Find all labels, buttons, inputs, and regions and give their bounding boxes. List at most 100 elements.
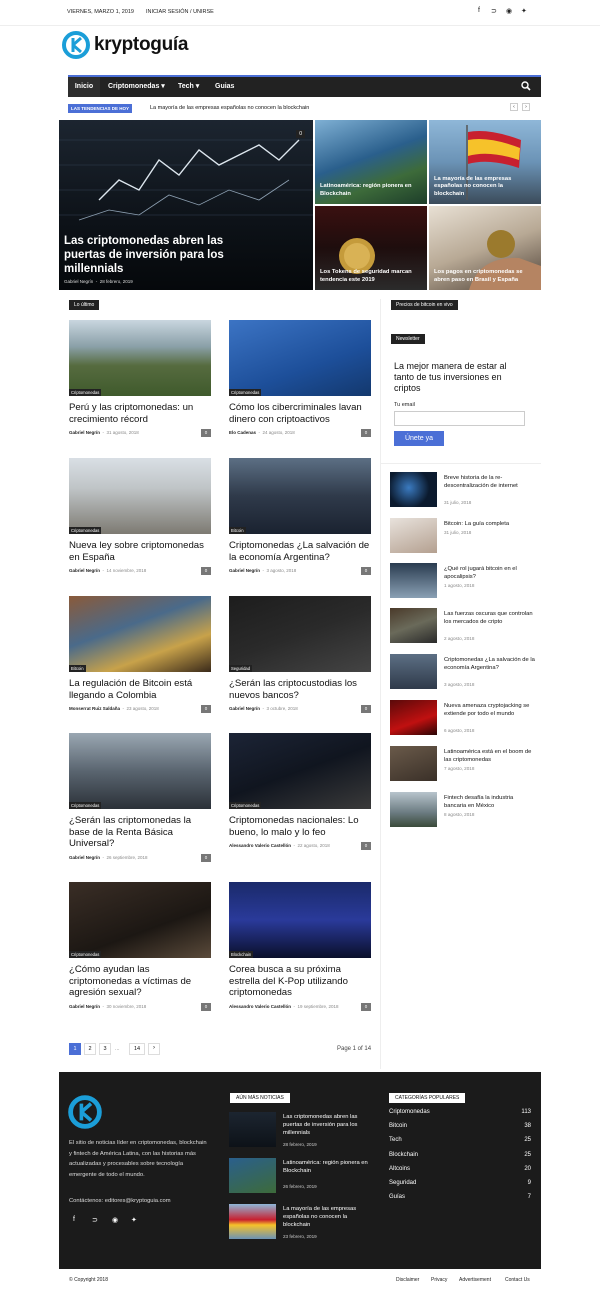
login-link[interactable]: INICIAR SESIÓN / UNIRSE <box>146 9 214 15</box>
article-image[interactable]: Criptomonedas <box>69 882 211 958</box>
article-image[interactable]: Blockchain <box>229 882 371 958</box>
comment-count[interactable]: 0 <box>201 705 211 713</box>
footer-article-title[interactable]: Las criptomonedas abren las puertas de i… <box>283 1113 373 1137</box>
sidebar-article-title[interactable]: Fintech desafía la industria bancaria en… <box>444 794 536 810</box>
article-author[interactable]: Gabriel Negrín <box>69 1004 100 1009</box>
category-badge[interactable]: Criptomonedas <box>69 389 102 396</box>
page-link[interactable]: 2 <box>84 1043 96 1055</box>
sidebar-article[interactable]: Las fuerzas oscuras que controlan los me… <box>390 608 535 646</box>
footer-article[interactable]: Latinoamérica: región pionera en Blockch… <box>229 1158 379 1198</box>
article-image[interactable]: Seguridad <box>229 596 371 672</box>
article-card[interactable]: Bitcoin Criptomonedas ¿La salvación de la… <box>229 458 371 576</box>
comment-count[interactable]: 0 <box>201 853 211 862</box>
article-author[interactable]: Monserrat Ruiz Saldaña <box>69 706 120 711</box>
sidebar-article[interactable]: Fintech desafía la industria bancaria en… <box>390 792 535 830</box>
article-author[interactable]: Gabriel Negrín <box>69 855 100 860</box>
article-image[interactable]: Criptomonedas <box>229 733 371 809</box>
category-badge[interactable]: Criptomonedas <box>69 951 102 958</box>
page-link[interactable]: 3 <box>99 1043 111 1055</box>
footer-article[interactable]: Las criptomonedas abren las puertas de i… <box>229 1112 379 1152</box>
sidebar-article[interactable]: ¿Qué rol jugará bitcoin en el apocalipsi… <box>390 563 535 601</box>
footer-article-title[interactable]: La mayoría de las empresas españolas no … <box>283 1205 373 1229</box>
footer-article-title[interactable]: Latinoamérica: región pionera en Blockch… <box>283 1159 373 1175</box>
footer-link-disclaimer[interactable]: Disclaimer <box>396 1277 419 1283</box>
sidebar-article-title[interactable]: Latinoamérica está en el boom de las cri… <box>444 748 536 764</box>
article-title[interactable]: Perú y las criptomonedas: un crecimiento… <box>69 402 211 425</box>
sidebar-article[interactable]: Nueva amenaza cryptojacking se extiende … <box>390 700 535 738</box>
category-badge[interactable]: Criptomonedas <box>69 802 102 809</box>
comment-count[interactable]: 0 <box>361 429 371 437</box>
footer-article-thumbnail[interactable] <box>229 1112 276 1147</box>
sidebar-article[interactable]: Latinoamérica está en el boom de las cri… <box>390 746 535 784</box>
article-author[interactable]: Elo Cadenas <box>229 430 256 435</box>
article-title[interactable]: ¿Serán las criptocustodias los nuevos ba… <box>229 678 371 701</box>
footer-article[interactable]: La mayoría de las empresas españolas no … <box>229 1204 379 1244</box>
rss-icon[interactable]: ⊃ <box>92 1216 98 1224</box>
sidebar-thumbnail[interactable] <box>390 608 437 643</box>
nav-item-guias[interactable]: Guias <box>215 77 234 97</box>
article-card[interactable]: Criptomonedas Perú y las criptomonedas: u… <box>69 320 211 438</box>
comment-count[interactable]: 0 <box>361 567 371 575</box>
category-badge[interactable]: Bitcoin <box>69 665 86 672</box>
sidebar-article-title[interactable]: Nueva amenaza cryptojacking se extiende … <box>444 702 536 718</box>
article-title[interactable]: Criptomonedas ¿La salvación de la econom… <box>229 540 371 563</box>
nav-item-inicio[interactable]: Inicio <box>68 77 100 97</box>
hero-tile-2[interactable]: La mayoría de las empresas españolas no … <box>429 120 541 204</box>
next-page-button[interactable]: › <box>148 1043 160 1055</box>
article-author[interactable]: Gabriel Negrín <box>69 568 100 573</box>
category-link[interactable]: Tech 25 <box>389 1137 531 1147</box>
category-link[interactable]: Bitcoin 38 <box>389 1123 531 1133</box>
category-link[interactable]: Criptomonedas 113 <box>389 1109 531 1119</box>
article-card[interactable]: Seguridad ¿Serán las criptocustodias los … <box>229 596 371 714</box>
category-link[interactable]: Seguridad 9 <box>389 1180 531 1190</box>
article-author[interactable]: Alessandro Valerio Castellón <box>229 843 291 848</box>
facebook-icon[interactable]: f <box>73 1216 75 1223</box>
search-icon[interactable] <box>521 81 531 91</box>
sidebar-thumbnail[interactable] <box>390 792 437 827</box>
comment-count[interactable]: 0 <box>361 842 371 850</box>
hero-tile-4[interactable]: Los pagos en criptomonedas se abren paso… <box>429 206 541 290</box>
sidebar-article-title[interactable]: Bitcoin: La guía completa <box>444 520 536 528</box>
category-badge[interactable]: Seguridad <box>229 665 253 672</box>
sidebar-thumbnail[interactable] <box>390 518 437 553</box>
sidebar-thumbnail[interactable] <box>390 654 437 689</box>
hero-tile-3[interactable]: Los Tokens de seguridad marcan tendencia… <box>315 206 427 290</box>
sidebar-thumbnail[interactable] <box>390 700 437 735</box>
footer-link-advertisement[interactable]: Advertisement <box>459 1277 491 1283</box>
article-title[interactable]: ¿Serán las criptomonedas la base de la R… <box>69 815 211 850</box>
article-card[interactable]: Bitcoin La regulación de Bitcoin está lle… <box>69 596 211 714</box>
nav-item-tech[interactable]: Tech ▾ <box>178 77 199 97</box>
hero-tile-1[interactable]: Latinoamérica: región pionera en Blockch… <box>315 120 427 204</box>
chevron-left-icon[interactable]: ‹ <box>510 103 518 111</box>
category-badge[interactable]: Criptomonedas <box>229 389 262 396</box>
sidebar-article[interactable]: Breve historia de la re-descentralizació… <box>390 472 535 510</box>
sidebar-article[interactable]: Bitcoin: La guía completa 31 julio, 2018 <box>390 518 535 556</box>
category-badge[interactable]: Bitcoin <box>229 527 246 534</box>
page-link-current[interactable]: 1 <box>69 1043 81 1055</box>
subscribe-button[interactable]: Únete ya <box>394 431 444 446</box>
footer-contact[interactable]: Contáctenos: editores@kryptoguia.com <box>69 1198 171 1204</box>
sidebar-article[interactable]: Criptomonedas ¿La salvación de la econom… <box>390 654 535 692</box>
article-author[interactable]: Gabriel Negrín <box>229 568 260 573</box>
comment-count[interactable]: 0 <box>201 429 211 437</box>
category-badge[interactable]: Criptomonedas <box>69 527 102 534</box>
trending-headline[interactable]: La mayoría de las empresas españolas no … <box>150 105 309 111</box>
comment-count[interactable]: 0 <box>361 705 371 713</box>
article-author[interactable]: Gabriel Negrín <box>69 430 100 435</box>
sidebar-thumbnail[interactable] <box>390 563 437 598</box>
article-title[interactable]: La regulación de Bitcoin está llegando a… <box>69 678 211 701</box>
comment-count[interactable]: 0 <box>201 567 211 575</box>
footer-link-privacy[interactable]: Privacy <box>431 1277 447 1283</box>
sidebar-thumbnail[interactable] <box>390 472 437 507</box>
comment-count[interactable]: 0 <box>201 1002 211 1011</box>
chevron-right-icon[interactable]: › <box>522 103 530 111</box>
sidebar-article-title[interactable]: ¿Qué rol jugará bitcoin en el apocalipsi… <box>444 565 536 581</box>
hero-main[interactable]: 0 Las criptomonedas abren las puertas de… <box>59 120 313 290</box>
article-card[interactable]: Criptomonedas Cómo los cibercriminales la… <box>229 320 371 438</box>
article-title[interactable]: Criptomonedas nacionales: Lo bueno, lo m… <box>229 815 371 838</box>
article-card[interactable]: Criptomonedas ¿Serán las criptomonedas la… <box>69 733 211 863</box>
sidebar-article-title[interactable]: Criptomonedas ¿La salvación de la econom… <box>444 656 536 672</box>
telegram-icon[interactable]: ◉ <box>112 1216 118 1224</box>
footer-link-contact[interactable]: Contact Us <box>505 1277 530 1283</box>
comment-count[interactable]: 0 <box>361 1002 371 1011</box>
